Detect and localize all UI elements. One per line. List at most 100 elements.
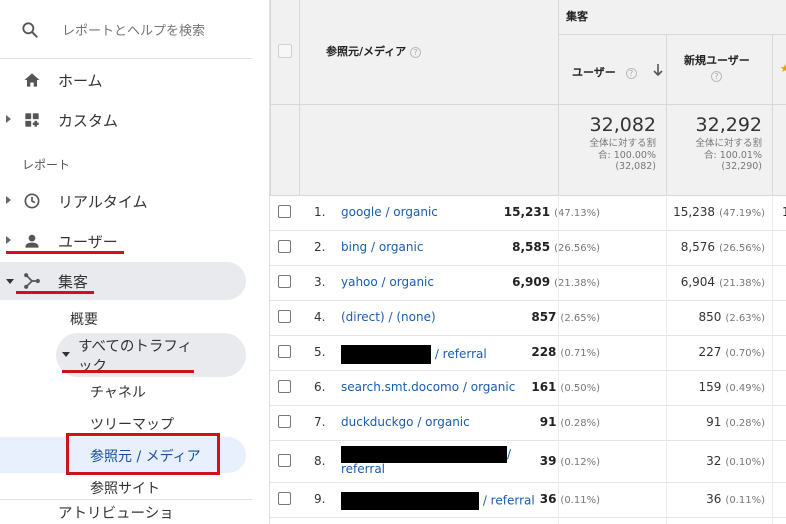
sidebar-item-attribution[interactable]: アトリビューショ: [58, 502, 174, 523]
row-checkbox[interactable]: [278, 454, 291, 467]
sidebar-subitem-treemap[interactable]: ツリーマップ: [90, 414, 174, 434]
source-medium-link[interactable]: yahoo / organic: [341, 275, 434, 289]
chevron-right-icon[interactable]: [6, 115, 11, 123]
chevron-right-icon[interactable]: [6, 196, 11, 204]
source-medium-link[interactable]: search.smt.docomo / organic: [341, 380, 515, 394]
acquisition-icon: [24, 273, 40, 289]
column-header-new-users[interactable]: 新規ユーザー: [684, 52, 750, 68]
row-checkbox[interactable]: [278, 205, 291, 218]
divider: [772, 195, 773, 524]
divider: [270, 517, 786, 518]
new-users-cell: 15,238 (47.19%): [673, 205, 765, 219]
sidebar-item-custom[interactable]: カスタム: [0, 102, 269, 138]
select-all-checkbox[interactable]: [278, 44, 292, 58]
row-checkbox[interactable]: [278, 345, 291, 358]
red-underline: [6, 251, 124, 254]
divider: [0, 58, 252, 59]
redacted-source: [341, 492, 479, 510]
row-number: 6.: [314, 380, 326, 394]
table-row: 2. bing / organic 8,585 (26.56%) 8,576 (26…: [270, 230, 786, 265]
divider: [558, 34, 786, 35]
column-header-source-medium[interactable]: 参照元/メディア ?: [326, 43, 422, 59]
users-cell: 15,231 (47.13%): [504, 205, 600, 219]
new-users-percent: (21.38%): [719, 278, 765, 289]
row-checkbox[interactable]: [278, 310, 291, 323]
redacted-source: [341, 345, 431, 364]
source-medium-link[interactable]: duckduckgo / organic: [341, 415, 470, 429]
source-medium-link-cont[interactable]: referral: [341, 462, 385, 476]
total-users-note: 全体に対する割: [589, 138, 656, 149]
new-users-percent: (0.10%): [725, 457, 765, 468]
sidebar-subitem-referrals[interactable]: 参照サイト: [90, 478, 160, 498]
new-users-cell: 91 (0.28%): [706, 415, 765, 429]
row-checkbox[interactable]: [278, 492, 291, 505]
section-label-reports: レポート: [22, 158, 71, 172]
help-icon[interactable]: ?: [625, 67, 637, 79]
total-users-note: (32,082): [615, 161, 656, 172]
help-icon[interactable]: ?: [410, 46, 422, 58]
sidebar-item-label: カスタム: [58, 112, 119, 130]
sidebar-item-label: ホーム: [58, 72, 103, 90]
source-medium-link[interactable]: / referral: [341, 345, 487, 364]
source-medium-link[interactable]: /: [341, 446, 511, 463]
new-users-cell: 32 (0.10%): [706, 454, 765, 468]
new-users-value: 36: [706, 492, 722, 506]
search-bar[interactable]: レポートとヘルプを検索: [0, 0, 269, 58]
source-medium-suffix: / referral: [434, 347, 487, 361]
source-medium-link[interactable]: bing / organic: [341, 240, 423, 254]
total-new-users-note: 全体に対する割: [695, 138, 762, 149]
users-percent: (0.11%): [560, 495, 600, 506]
row-checkbox[interactable]: [278, 380, 291, 393]
report-table: 参照元/メディア ? 集客 ユーザー ? 新規ユーザー ? ★ 32,082 全…: [270, 0, 786, 524]
row-checkbox[interactable]: [278, 415, 291, 428]
search-icon[interactable]: [20, 20, 40, 40]
help-icon[interactable]: ?: [711, 71, 722, 82]
chevron-down-icon[interactable]: [62, 352, 70, 357]
users-percent: (2.65%): [560, 313, 600, 324]
users-cell: 857 (2.65%): [531, 310, 600, 324]
users-percent: (26.56%): [554, 243, 600, 254]
sidebar-subitem-overview[interactable]: 概要: [70, 309, 98, 329]
sort-star-icon[interactable]: ★: [780, 62, 786, 75]
new-users-percent: (2.63%): [725, 313, 765, 324]
row-checkbox[interactable]: [278, 240, 291, 253]
users-value: 161: [531, 380, 557, 394]
table-row: 1. google / organic 15,231 (47.13%) 15,23…: [270, 195, 786, 230]
column-header-label: ユーザー: [572, 66, 616, 79]
source-medium-link[interactable]: (direct) / (none): [341, 310, 436, 324]
source-medium-link[interactable]: / referral: [341, 492, 535, 510]
sidebar-item-home[interactable]: ホーム: [0, 62, 269, 98]
new-users-cell: 8,576 (26.56%): [681, 240, 765, 254]
users-cell: 91 (0.28%): [540, 415, 600, 429]
chevron-right-icon[interactable]: [6, 236, 11, 244]
users-value: 39: [539, 454, 557, 468]
new-users-cell: 6,904 (21.38%): [681, 275, 765, 289]
divider: [772, 34, 773, 195]
row-number: 5.: [314, 345, 326, 359]
dashboard-grid-icon: [25, 113, 39, 127]
row-number: 4.: [314, 310, 326, 324]
source-medium-link[interactable]: google / organic: [341, 205, 438, 219]
new-users-percent: (0.70%): [725, 348, 765, 359]
users-percent: (0.71%): [560, 348, 600, 359]
new-users-percent: (0.49%): [725, 383, 765, 394]
row-checkbox[interactable]: [278, 275, 291, 288]
chevron-down-icon[interactable]: [6, 279, 14, 284]
new-users-value: 32: [706, 454, 722, 468]
source-medium-suffix: /: [507, 447, 512, 461]
column-group-acquisition: 集客: [566, 10, 588, 23]
users-cell: 36 (0.11%): [540, 492, 600, 506]
sidebar-subitem-all-traffic[interactable]: すべてのトラフィ: [78, 335, 192, 356]
users-percent: (0.12%): [560, 457, 600, 468]
new-users-value: 15,238: [673, 205, 716, 219]
users-percent: (0.28%): [560, 418, 600, 429]
new-users-cell: 159 (0.49%): [699, 380, 765, 394]
column-header-users[interactable]: ユーザー ?: [572, 64, 637, 80]
total-new-users-note: (32,290): [721, 161, 762, 172]
users-value: 228: [531, 345, 557, 359]
search-placeholder[interactable]: レポートとヘルプを検索: [62, 20, 205, 39]
sidebar-item-realtime[interactable]: リアルタイム: [0, 183, 269, 219]
sort-descending-icon[interactable]: [652, 63, 664, 77]
sidebar-subitem-channels[interactable]: チャネル: [90, 382, 146, 402]
new-users-cell: 850 (2.63%): [699, 310, 765, 324]
